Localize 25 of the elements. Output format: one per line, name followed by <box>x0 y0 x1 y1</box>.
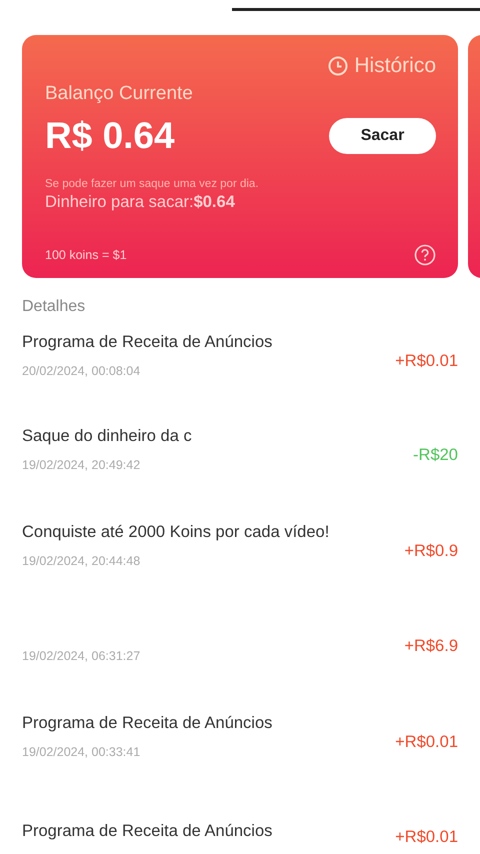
transaction-amount: -R$20 <box>413 446 458 466</box>
koin-rate: 100 koins = $1 <box>45 248 127 262</box>
transaction-date: 19/02/2024, 20:44:48 <box>22 554 142 568</box>
withdraw-note: Se pode fazer um saque uma vez por dia. <box>45 178 260 190</box>
transaction-title: Conquiste até 2000 Koins por cada vídeo! <box>22 522 330 542</box>
transaction-date: 19/02/2024, 00:33:41 <box>22 744 142 759</box>
withdraw-button[interactable]: Sacar <box>329 118 436 154</box>
transaction-amount: +R$0.01 <box>395 828 458 848</box>
transaction-title: Saque do dinheiro da c <box>22 427 192 446</box>
transaction-amount: +R$0.9 <box>404 542 458 561</box>
available-amount: Dinheiro para sacar:$0.64 <box>45 193 236 212</box>
transaction-amount: +R$6.9 <box>404 637 458 656</box>
transaction-title: Programa de Receita de Anúncios <box>22 332 272 352</box>
transaction-amount: +R$0.01 <box>395 352 458 370</box>
balance-label: Balanço Currente <box>45 83 194 105</box>
transaction-title: Programa de Receita de Anúncios <box>22 822 272 842</box>
balance-amount: R$ 0.64 <box>45 115 175 157</box>
transaction-title: Programa de Receita de Anúncios <box>22 714 272 733</box>
help-icon[interactable] <box>414 244 436 266</box>
details-heading: Detalhes <box>22 298 86 317</box>
transaction-date: 19/02/2024, 06:31:27 <box>22 649 140 664</box>
clock-icon <box>328 56 348 76</box>
transaction-date: 19/02/2024, 20:49:42 <box>22 458 142 472</box>
transaction-amount: +R$0.01 <box>395 732 458 752</box>
transaction-date: 20/02/2024, 00:08:04 <box>22 364 142 378</box>
